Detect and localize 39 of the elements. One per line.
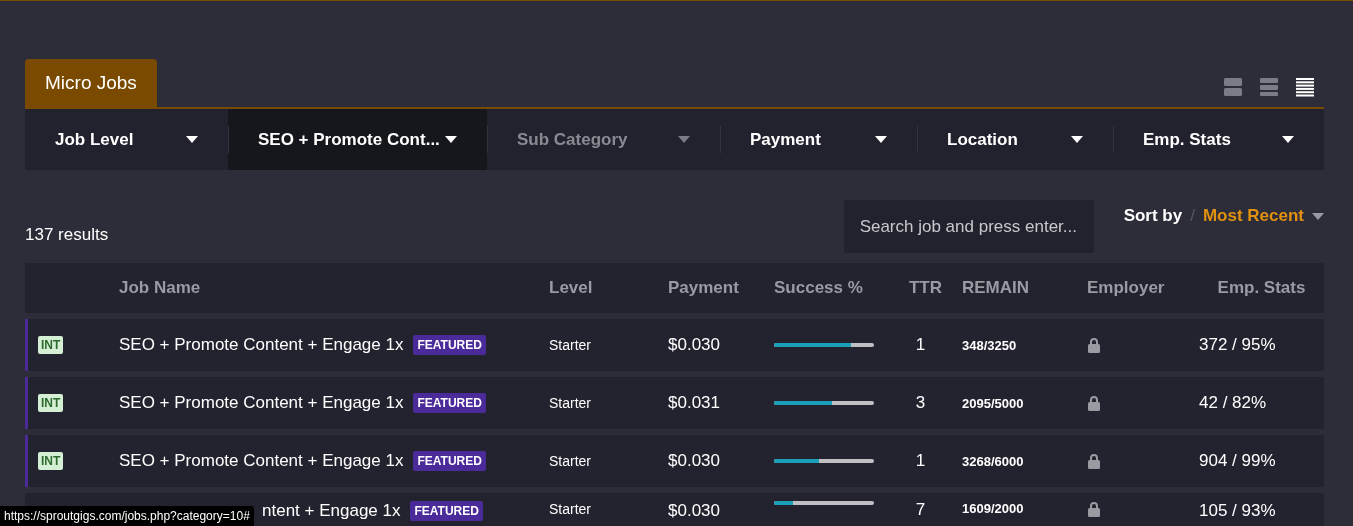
- column-header: Employer: [1087, 278, 1166, 298]
- payment-text: $0.030: [668, 501, 720, 521]
- remain-text: 3268/6000: [962, 453, 1024, 469]
- remain-text: 2095/5000: [962, 395, 1024, 411]
- emp-stats-text: 372 / 95%: [1199, 335, 1276, 355]
- featured-tag: FEATURED: [413, 451, 486, 471]
- type-tag: INT: [38, 452, 64, 470]
- ttr-text: 1: [915, 335, 926, 355]
- level-text: Starter: [549, 395, 591, 411]
- separator-text: /: [1190, 206, 1195, 226]
- level-text: Starter: [549, 453, 591, 469]
- column-header: Job Name: [119, 278, 202, 298]
- column-header: REMAIN: [962, 278, 1031, 298]
- emp-stats-text: 904 / 99%: [1199, 451, 1276, 471]
- payment-text: $0.030: [668, 335, 720, 355]
- emp-stats-text: 105 / 93%: [1199, 501, 1276, 521]
- results-count: 137 results: [25, 224, 109, 245]
- remain-text: 348/3250: [962, 337, 1017, 353]
- sort-label: Sort by: [1123, 206, 1183, 226]
- remain-text: 1609/2000: [962, 501, 1024, 516]
- column-header: Payment: [668, 278, 740, 298]
- column-header: Emp. Stats: [1217, 278, 1306, 298]
- payment-text: $0.031: [668, 393, 720, 413]
- ttr-text: 7: [915, 500, 926, 520]
- payment-text: $0.030: [668, 451, 720, 471]
- link-preview-tooltip: https://sproutgigs.com/jobs.php?category=10#: [0, 506, 254, 526]
- emp-stats-text: 42 / 82%: [1199, 393, 1267, 413]
- featured-tag: FEATURED: [413, 393, 486, 413]
- level-text: Starter: [549, 501, 591, 517]
- column-header: Level: [549, 278, 594, 298]
- featured-tag: FEATURED: [410, 501, 483, 521]
- type-tag: INT: [38, 336, 64, 354]
- level-text: Starter: [549, 337, 591, 353]
- type-tag: INT: [38, 394, 64, 412]
- column-header: TTR: [908, 278, 942, 298]
- ttr-text: 3: [915, 393, 926, 413]
- ttr-text: 1: [915, 451, 926, 471]
- featured-tag: FEATURED: [413, 335, 486, 355]
- column-header: Success %: [774, 278, 864, 298]
